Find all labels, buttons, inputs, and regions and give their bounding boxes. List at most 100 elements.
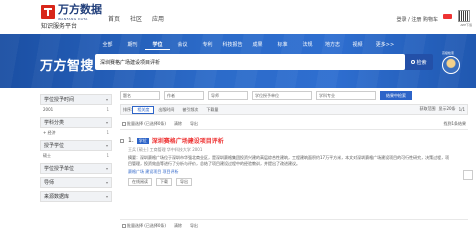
tab-tech-report[interactable]: 科技报告 xyxy=(220,40,245,50)
export-link[interactable]: 导出 xyxy=(190,121,198,127)
result-title-link[interactable]: 深圳赛格广场建设项目评析 xyxy=(152,136,224,145)
qr-code-icon[interactable] xyxy=(458,10,470,22)
sort-date[interactable]: 出版时间 xyxy=(154,107,178,113)
result-filter-bar: 题名 作者 导师 学位授予单位 学科专业 结果中检索 xyxy=(120,91,468,101)
brand-subtitle: 知识服务平台 xyxy=(41,23,78,30)
chevron-down-icon: ▾ xyxy=(105,143,108,148)
search-box[interactable] xyxy=(95,54,405,70)
chevron-down-icon: ▾ xyxy=(105,180,108,185)
filter-item[interactable]: 2001 1 xyxy=(40,105,112,114)
advanced-search-link[interactable]: 高级检索 xyxy=(442,51,454,55)
hero-title: 万方智搜 xyxy=(40,58,95,73)
search-button-label: 检索 xyxy=(416,59,427,66)
filter-advisor-input[interactable]: 导师 xyxy=(208,91,248,100)
tab-degree[interactable]: 学位 xyxy=(145,40,170,50)
tab-all[interactable]: 全部 xyxy=(95,40,120,50)
result-meta: 王兵 [硕士] 工商管理 华中科技大学 2001 xyxy=(128,147,203,152)
filter-source-db[interactable]: 来源数据库 ▾ xyxy=(40,191,112,202)
filter-advisor[interactable]: 导师 ▾ xyxy=(40,177,112,188)
floating-tool-button[interactable] xyxy=(463,170,473,180)
search-in-results-button[interactable]: 结果中检索 xyxy=(380,91,412,100)
filter-institution[interactable]: 学位授予单位 ▾ xyxy=(40,163,112,174)
result-type-badge: 学位 xyxy=(136,137,149,144)
nav-community[interactable]: 社区 xyxy=(130,14,142,23)
page-size-select[interactable]: 显示20条 xyxy=(438,106,455,112)
result-count: 找到1条结果 xyxy=(443,120,466,126)
tab-more[interactable]: 更多>> xyxy=(370,40,400,50)
search-input[interactable] xyxy=(100,57,300,67)
top-nav: 首页 社区 应用 xyxy=(108,14,164,23)
account-links[interactable]: 登录 / 注册 购物车 xyxy=(397,16,438,23)
qr-label: APP下载 xyxy=(460,23,472,27)
avatar[interactable] xyxy=(442,56,460,74)
chevron-down-icon: ▾ xyxy=(105,120,108,125)
chevron-down-icon: ▾ xyxy=(105,166,108,171)
filter-item-count: 1 xyxy=(106,153,109,158)
filter-label: 授予学位 xyxy=(44,143,65,149)
top-bar: 万方数据 WANFANG DATA 知识服务平台 首页 社区 应用 登录 / 注… xyxy=(0,0,476,30)
filter-item[interactable]: + 经济 1 xyxy=(40,128,112,137)
category-tabs: 全部 期刊 学位 会议 专利 科技报告 成果 标准 法规 地方志 视频 更多>> xyxy=(95,40,400,50)
result-abstract: 摘要：深圳赛格广场位于深圳市华强北商业区，是深圳赛格集团投资兴建的高层综合性建筑… xyxy=(128,155,450,166)
result-actions: 在线阅读 下载 导出 xyxy=(120,178,468,186)
tab-standard[interactable]: 标准 xyxy=(270,40,295,50)
filter-label: 来源数据库 xyxy=(44,194,70,200)
tab-journals[interactable]: 期刊 xyxy=(120,40,145,50)
bottom-clear-link[interactable]: 清除 xyxy=(174,223,182,229)
filter-sidebar: 学位授予时间 ▾ 2001 1 学科分类 ▾ + 经济 1 授予学位 ▾ 硕士 1 学位授予… xyxy=(40,91,112,202)
export-button[interactable]: 导出 xyxy=(176,178,192,186)
search-hero: 全部 期刊 学位 会议 专利 科技报告 成果 标准 法规 地方志 视频 更多>>… xyxy=(0,34,476,88)
nav-apps[interactable]: 应用 xyxy=(152,14,164,23)
bottom-export-link[interactable]: 导出 xyxy=(190,223,198,229)
select-all-checkbox[interactable]: 批量选择 (已选择0条) xyxy=(122,121,166,127)
filter-institution-input[interactable]: 学位授予单位 xyxy=(252,91,312,100)
batch-select-bar: 批量选择 (已选择0条) 清除 导出 找到1条结果 xyxy=(120,118,468,130)
tab-local-chronicle[interactable]: 地方志 xyxy=(320,40,345,50)
filter-major-input[interactable]: 学科专业 xyxy=(316,91,376,100)
sort-relevance[interactable]: 相关度 xyxy=(132,105,155,114)
filter-author-input[interactable]: 作者 xyxy=(164,91,204,100)
chevron-down-icon: ▾ xyxy=(105,97,108,102)
filter-degree-year[interactable]: 学位授予时间 ▾ xyxy=(40,94,112,105)
sort-bar: 排序: 相关度 出版时间 被引频次 下载量 获取范围 显示20条 1/1 xyxy=(120,104,468,115)
result-number: 1. xyxy=(128,137,134,144)
new-badge xyxy=(443,14,452,19)
filter-label: 学科分类 xyxy=(44,120,65,126)
filter-label: 学位授予时间 xyxy=(44,97,75,103)
download-button[interactable]: 下载 xyxy=(156,178,172,186)
filter-label: 导师 xyxy=(44,180,55,186)
result-keywords[interactable]: 赛格广场 建设项目 项目评析 xyxy=(120,169,468,175)
filter-title-input[interactable]: 题名 xyxy=(120,91,160,100)
nav-home[interactable]: 首页 xyxy=(108,14,120,23)
clear-selection-link[interactable]: 清除 xyxy=(174,121,182,127)
results-panel: 题名 作者 导师 学位授予单位 学科专业 结果中检索 排序: 相关度 出版时间 … xyxy=(120,91,468,228)
access-scope-select[interactable]: 获取范围 xyxy=(419,106,435,112)
wanfang-logo-icon[interactable] xyxy=(41,5,55,19)
filter-item-label: 2001 xyxy=(43,107,54,112)
bottom-batch-select-bar: 批量选择 (已选择0条) 清除 导出 xyxy=(120,219,468,231)
sort-citations[interactable]: 被引频次 xyxy=(178,107,202,113)
chevron-down-icon: ▾ xyxy=(105,194,108,199)
filter-item-count: 1 xyxy=(106,107,109,112)
filter-item[interactable]: 硕士 1 xyxy=(40,151,112,160)
search-button[interactable]: 检索 xyxy=(405,54,433,70)
bottom-select-all-checkbox[interactable]: 批量选择 (已选择0条) xyxy=(122,223,166,229)
filter-subject[interactable]: 学科分类 ▾ xyxy=(40,117,112,128)
filter-degree[interactable]: 授予学位 ▾ xyxy=(40,140,112,151)
sort-label: 排序: xyxy=(123,106,133,112)
tab-conference[interactable]: 会议 xyxy=(170,40,195,50)
tab-patent[interactable]: 专利 xyxy=(195,40,220,50)
tab-video[interactable]: 视频 xyxy=(345,40,370,50)
filter-item-label: + 经济 xyxy=(43,129,56,135)
list-item: 1. 学位 深圳赛格广场建设项目评析 王兵 [硕士] 工商管理 华中科技大学 2… xyxy=(120,136,468,186)
filter-label: 学位授予单位 xyxy=(44,166,75,172)
filter-item-label: 硕士 xyxy=(43,152,51,158)
filter-item-count: 1 xyxy=(106,130,109,135)
search-icon xyxy=(411,60,416,64)
result-checkbox[interactable] xyxy=(120,138,124,143)
brand-name[interactable]: 万方数据 xyxy=(58,5,102,16)
tab-regulation[interactable]: 法规 xyxy=(295,40,320,50)
tab-achievement[interactable]: 成果 xyxy=(245,40,270,50)
read-online-button[interactable]: 在线阅读 xyxy=(128,178,152,186)
sort-downloads[interactable]: 下载量 xyxy=(202,107,222,113)
